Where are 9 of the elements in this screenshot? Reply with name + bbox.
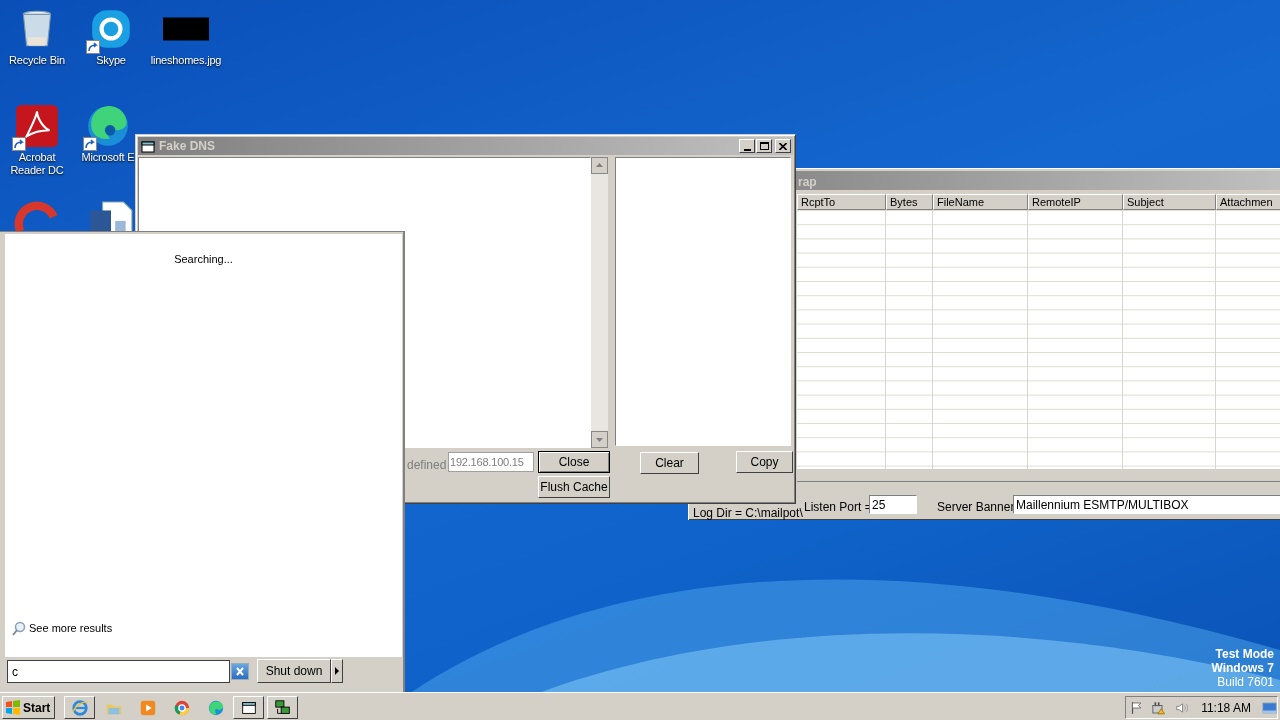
- os-notice-text: Test Mode: [1215, 647, 1274, 661]
- server-banner-label: Server Banner: [937, 499, 1015, 516]
- os-notice-text: Windows 7: [1211, 661, 1274, 675]
- log-dir-text: Log Dir = C:\mailpot\: [693, 507, 803, 520]
- search-status-text: Searching...: [173, 252, 234, 267]
- ip-label: defined: [407, 457, 447, 474]
- window-title: Fake DNS: [159, 138, 216, 155]
- os-notice-text: Build 7601: [1217, 675, 1274, 689]
- window-title: rap: [798, 174, 817, 191]
